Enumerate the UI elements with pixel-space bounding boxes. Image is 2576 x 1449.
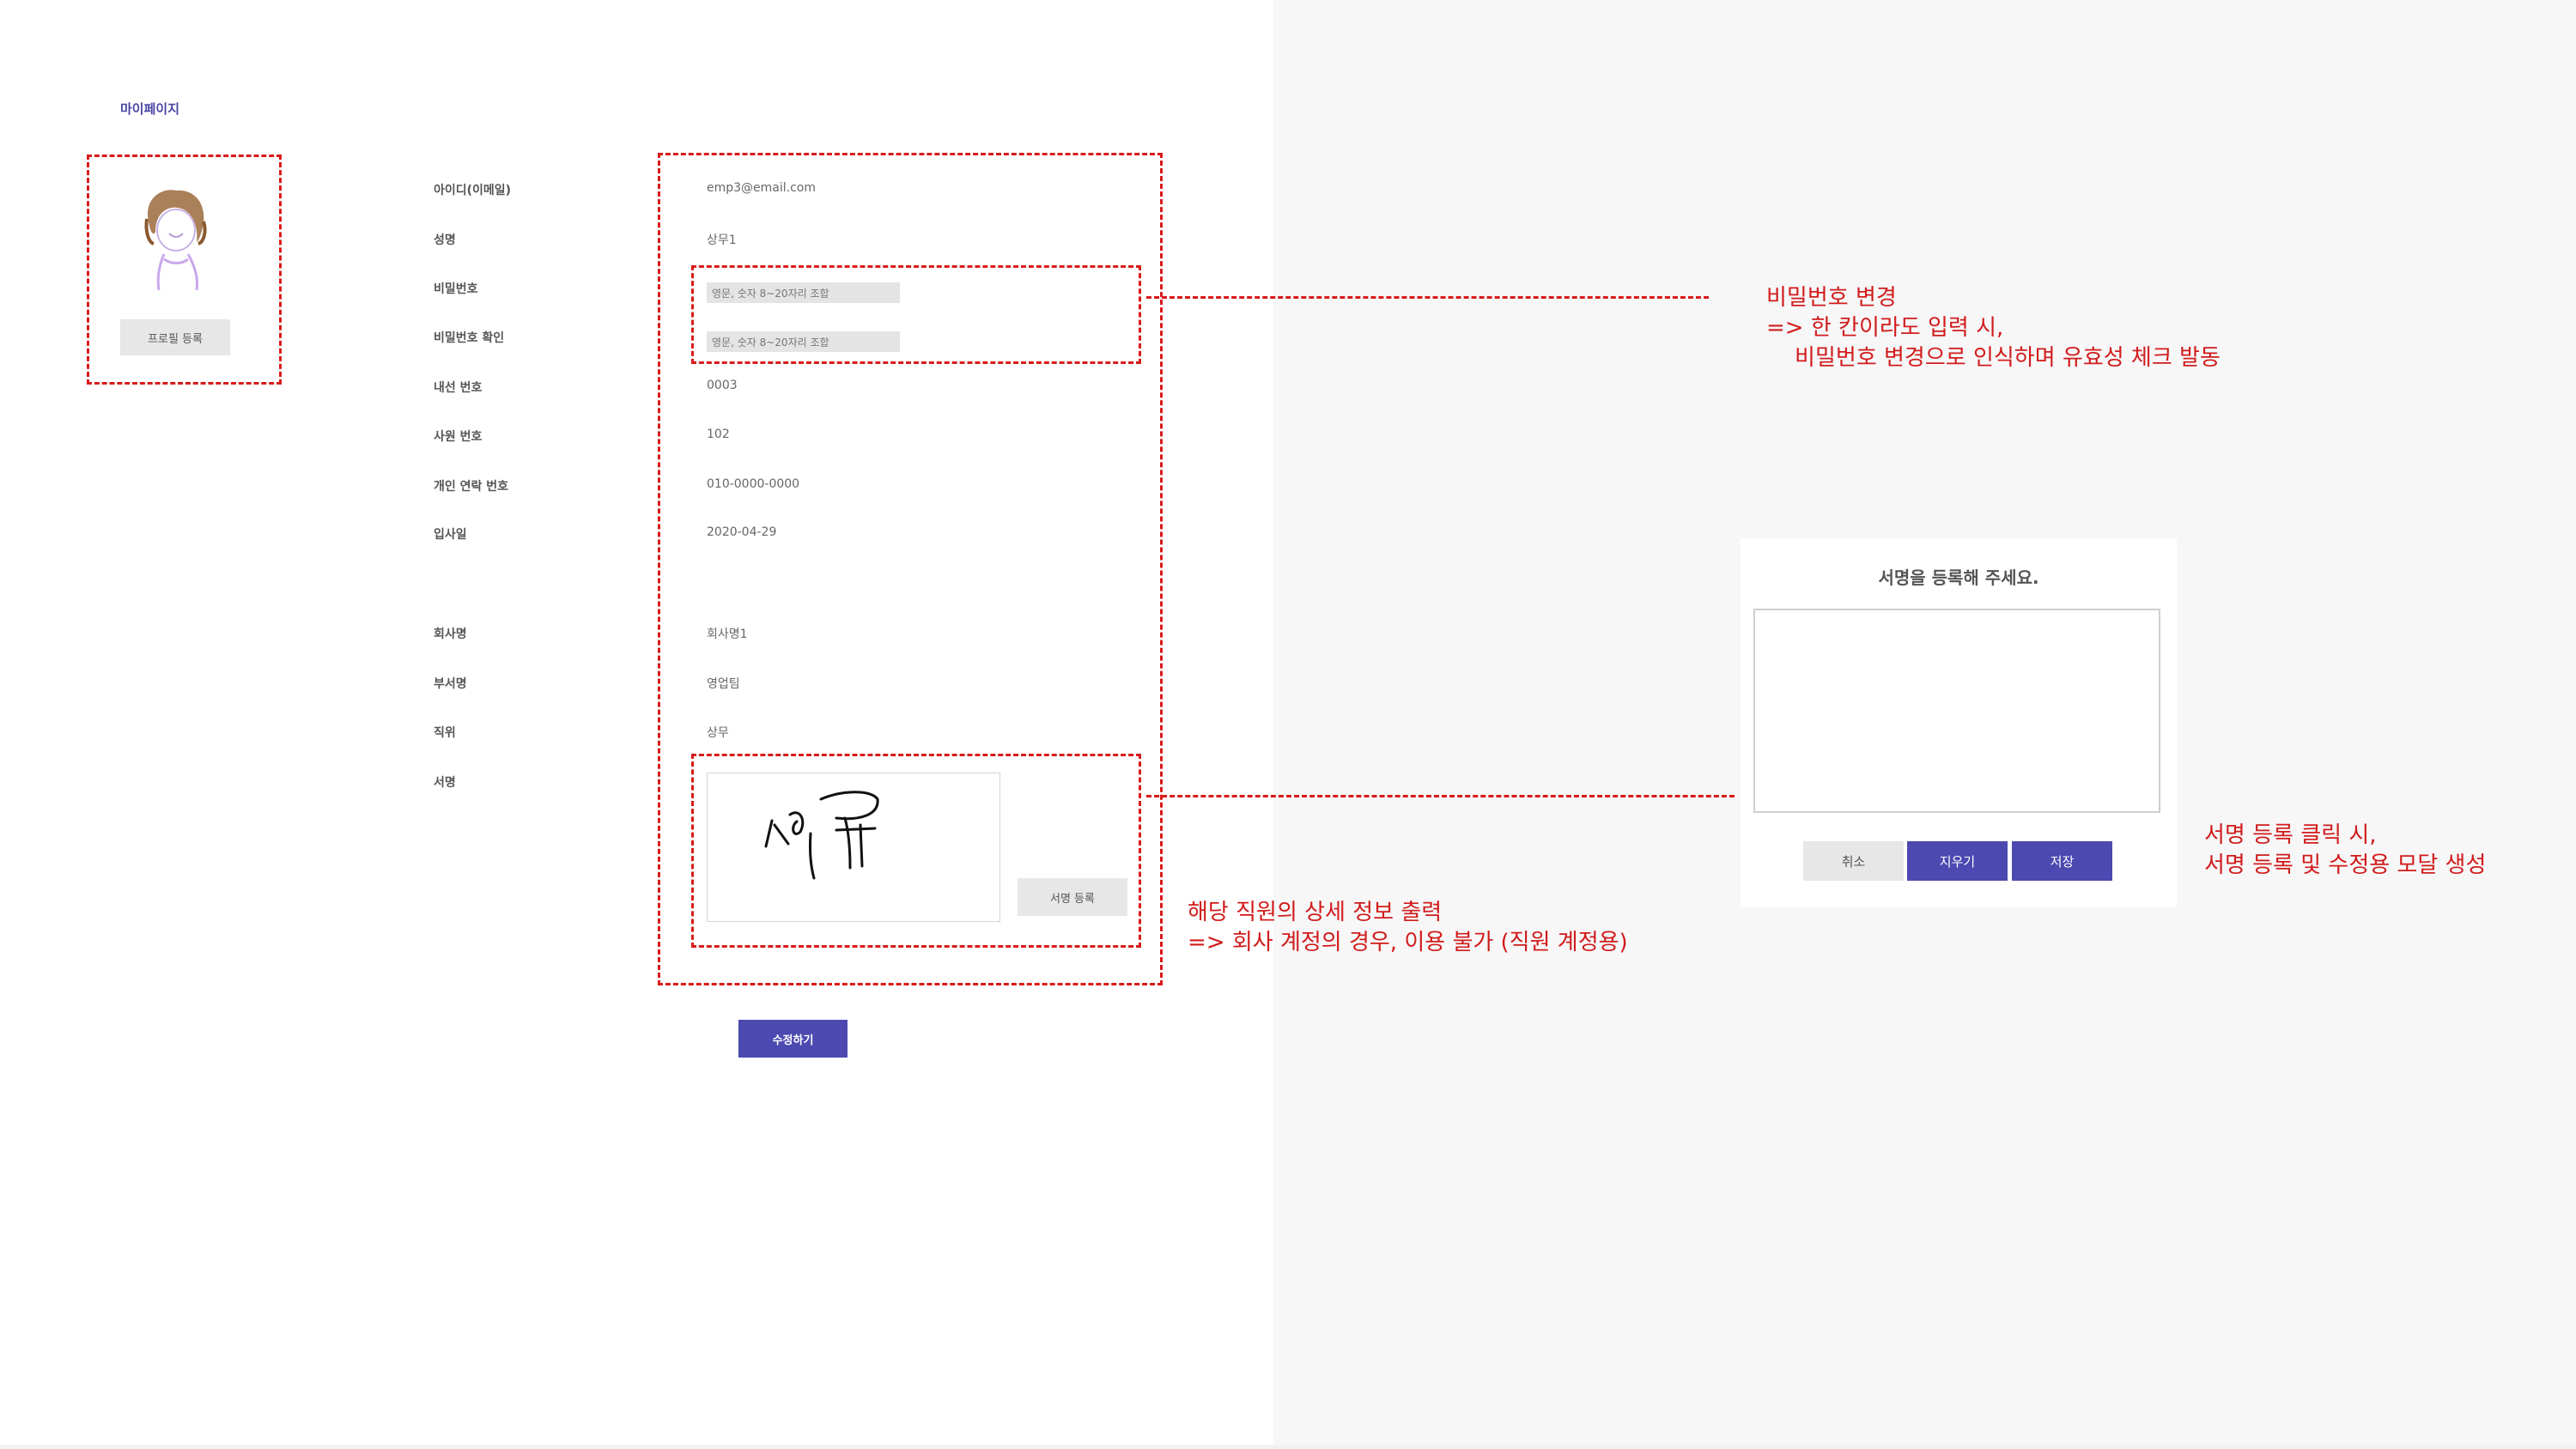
signature-modal: 서명을 등록해 주세요. 취소 지우기 저장 <box>1741 538 2177 907</box>
signature-register-button[interactable]: 서명 등록 <box>1018 878 1127 916</box>
join-date-value: 2020-04-29 <box>707 525 777 539</box>
id-value: emp3@email.com <box>707 181 817 195</box>
employee-no-value: 102 <box>707 427 730 441</box>
signature-canvas[interactable] <box>1753 609 2160 813</box>
company-value: 회사명1 <box>707 627 748 641</box>
modal-cancel-button[interactable]: 취소 <box>1803 841 1904 881</box>
modal-clear-button[interactable]: 지우기 <box>1907 841 2008 881</box>
submit-button[interactable]: 수정하기 <box>738 1020 848 1058</box>
id-label: 아이디(이메일) <box>434 184 512 197</box>
password-connector-line <box>1146 296 1709 299</box>
extension-label: 내선 번호 <box>434 381 483 395</box>
employee-no-label: 사원 번호 <box>434 430 483 444</box>
profile-image <box>144 190 207 291</box>
page-title: 마이페이지 <box>120 101 180 117</box>
position-label: 직위 <box>434 726 456 740</box>
signature-modal-annotation-note: 서명 등록 클릭 시, 서명 등록 및 수정용 모달 생성 <box>2204 822 2487 878</box>
signature-drawing <box>764 791 879 880</box>
join-date-label: 입사일 <box>434 528 467 542</box>
department-label: 부서명 <box>434 677 467 691</box>
password-confirm-input[interactable]: 영문, 숫자 8~20자리 조합 <box>707 331 900 352</box>
password-confirm-label: 비밀번호 확인 <box>434 331 505 345</box>
bottom-divider <box>0 1445 2576 1449</box>
phone-label: 개인 연락 번호 <box>434 480 509 494</box>
position-value: 상무 <box>707 726 729 740</box>
name-label: 성명 <box>434 233 456 247</box>
signature-preview <box>707 773 1000 922</box>
modal-save-button[interactable]: 저장 <box>2012 841 2112 881</box>
password-input[interactable]: 영문, 숫자 8~20자리 조합 <box>707 282 900 303</box>
department-value: 영업팀 <box>707 677 740 691</box>
phone-value: 010-0000-0000 <box>707 477 800 491</box>
password-annotation-note: 비밀번호 변경 => 한 칸이라도 입력 시, 비밀번호 변경으로 인식하며 유… <box>1766 285 2221 371</box>
modal-title: 서명을 등록해 주세요. <box>1878 567 2039 588</box>
name-value: 상무1 <box>707 233 737 247</box>
signature-connector-line <box>1146 795 1735 797</box>
password-label: 비밀번호 <box>434 282 478 296</box>
profile-register-button[interactable]: 프로필 등록 <box>120 319 230 355</box>
extension-value: 0003 <box>707 379 738 392</box>
company-label: 회사명 <box>434 627 467 641</box>
signature-label: 서명 <box>434 776 456 790</box>
detail-annotation-note: 해당 직원의 상세 정보 출력 => 회사 계정의 경우, 이용 불가 (직원 … <box>1188 900 1628 955</box>
